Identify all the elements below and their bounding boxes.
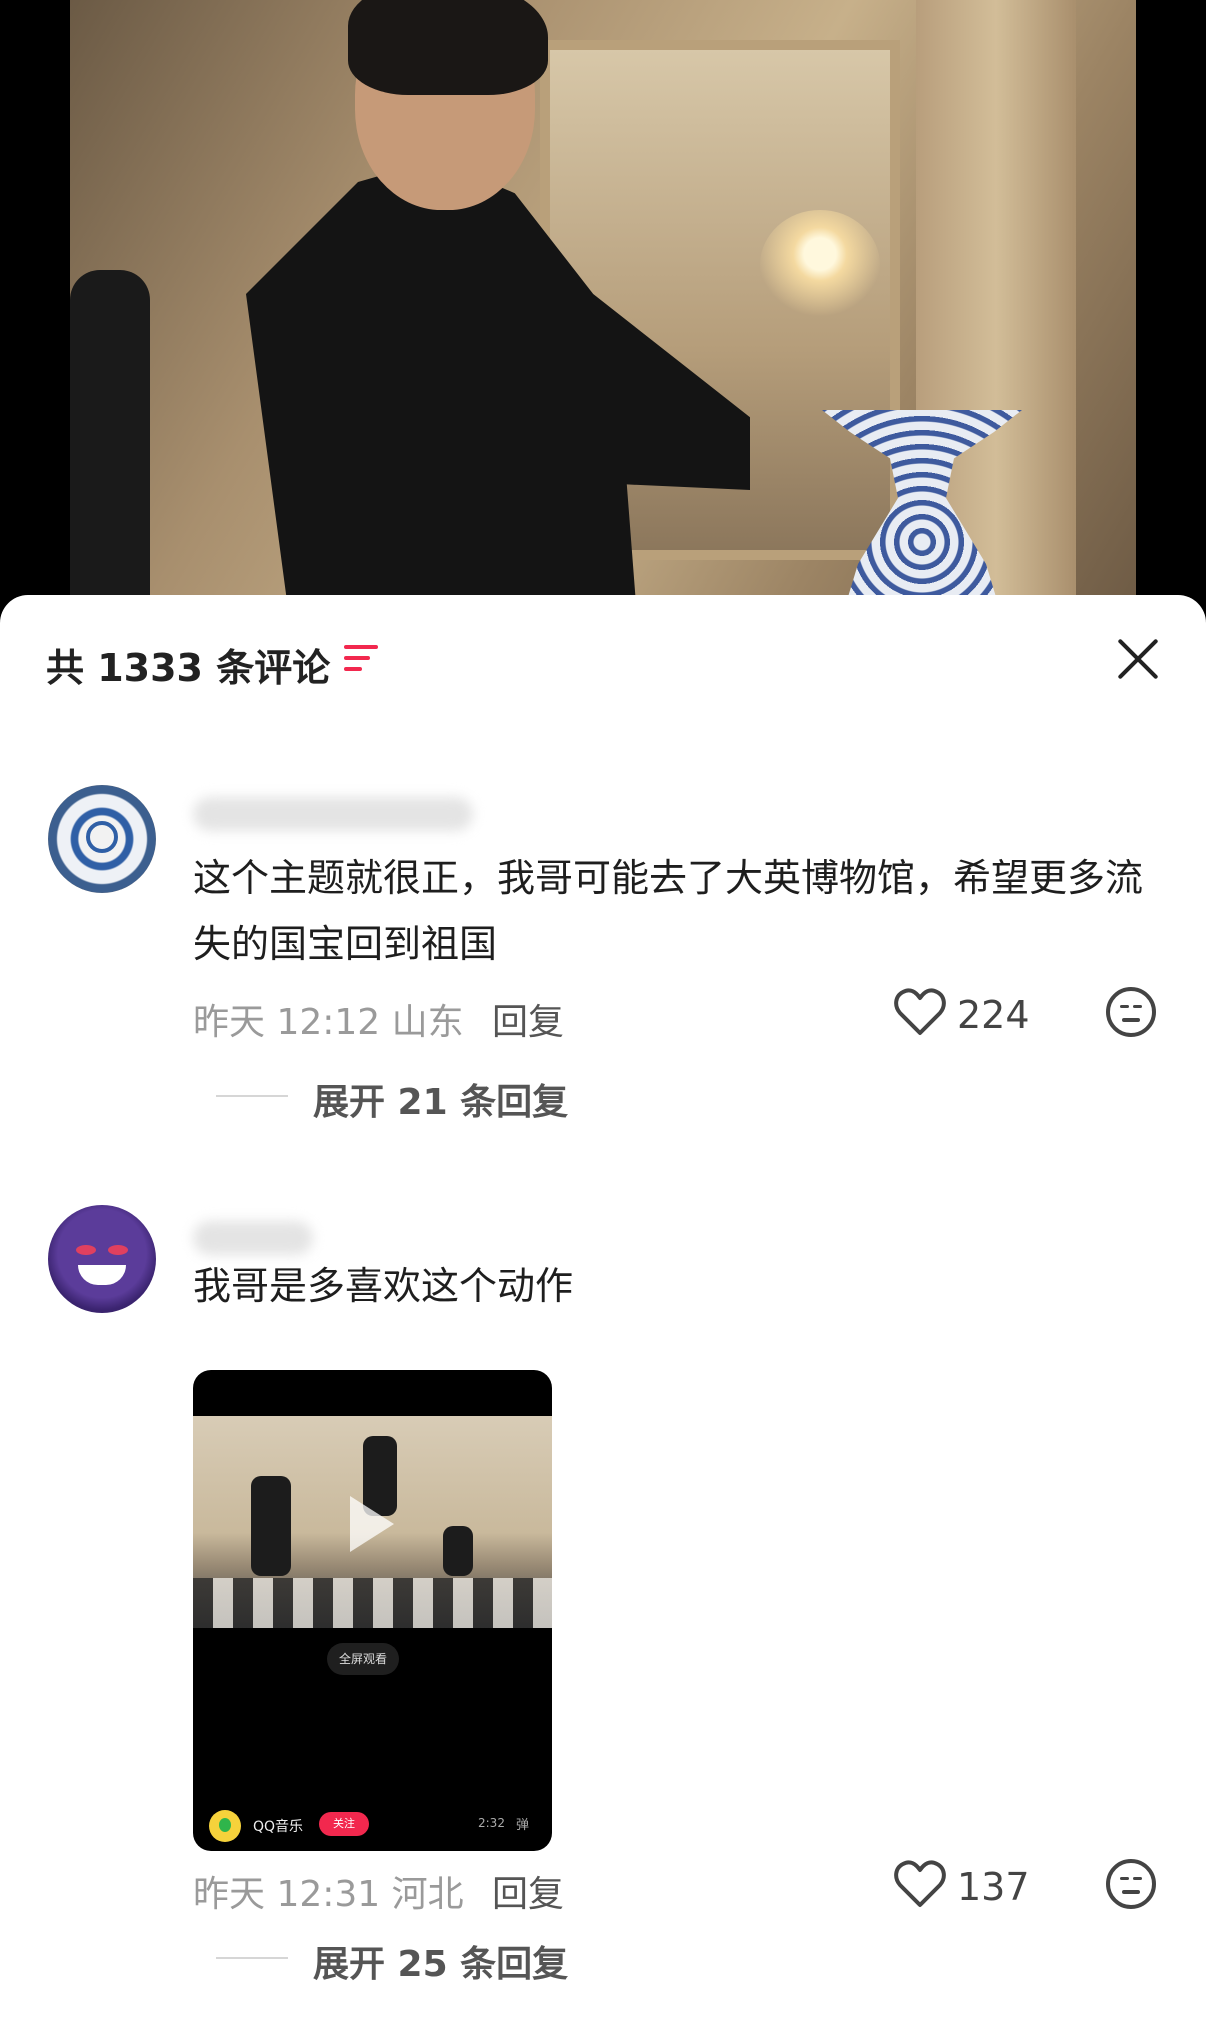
video-floor-detail	[193, 1578, 552, 1628]
expand-divider	[216, 1957, 288, 1959]
reply-button[interactable]: 回复	[492, 993, 564, 1045]
avatar-face-icon	[86, 821, 118, 853]
heart-icon[interactable]	[893, 987, 947, 1037]
emoji-icon[interactable]	[1106, 987, 1156, 1037]
like-count: 137	[957, 1865, 1030, 1909]
close-icon[interactable]	[1115, 636, 1161, 682]
comment-time-location: 昨天 12:12 山东	[193, 1002, 464, 1043]
video-brand-label: QQ音乐	[253, 1819, 304, 1835]
follow-button[interactable]: 关注	[319, 1812, 369, 1836]
video-figure-hair	[348, 0, 548, 95]
reply-button[interactable]: 回复	[492, 1865, 564, 1917]
danmu-toggle[interactable]: 弹	[516, 1814, 529, 1833]
video-figure	[251, 1476, 291, 1576]
expand-divider	[216, 1095, 288, 1097]
avatar[interactable]	[48, 1205, 156, 1313]
comment-count-title: 共 1333 条评论	[46, 646, 331, 690]
comment-sheet: 共 1333 条评论 这个主题就很正，我哥可能去了大英博物馆，希望更多流失的国宝…	[0, 595, 1206, 2017]
play-icon[interactable]	[350, 1496, 394, 1552]
comment-time-location: 昨天 12:31 河北	[193, 1874, 464, 1915]
username-blurred[interactable]	[193, 1221, 313, 1255]
avatar[interactable]	[48, 785, 156, 893]
qq-music-icon	[209, 1810, 241, 1842]
video-figure	[443, 1526, 473, 1576]
expand-replies-button[interactable]: 展开 25 条回复	[313, 1935, 568, 1987]
video-chandelier-detail	[760, 210, 880, 320]
username-blurred[interactable]	[193, 797, 473, 831]
comment-sheet-header: 共 1333 条评论	[0, 595, 1206, 725]
emoji-icon[interactable]	[1106, 1859, 1156, 1909]
video-still-image	[70, 0, 1136, 620]
heart-icon[interactable]	[893, 1859, 947, 1909]
video-background-figure	[70, 270, 150, 620]
like-count: 224	[957, 993, 1030, 1037]
embedded-video-card[interactable]: 全屏观看 QQ音乐 关注 2:32 弹	[193, 1370, 552, 1851]
video-player[interactable]	[0, 0, 1206, 620]
video-duration: 2:32	[478, 1816, 505, 1830]
comment-text: 我哥是多喜欢这个动作	[193, 1264, 574, 1308]
sort-icon[interactable]	[344, 643, 378, 673]
comment-text: 这个主题就很正，我哥可能去了大英博物馆，希望更多流失的国宝回到祖国	[193, 856, 1144, 966]
embedded-video-frame	[193, 1416, 552, 1628]
fullscreen-button[interactable]: 全屏观看	[327, 1643, 400, 1675]
expand-replies-button[interactable]: 展开 21 条回复	[313, 1073, 568, 1125]
